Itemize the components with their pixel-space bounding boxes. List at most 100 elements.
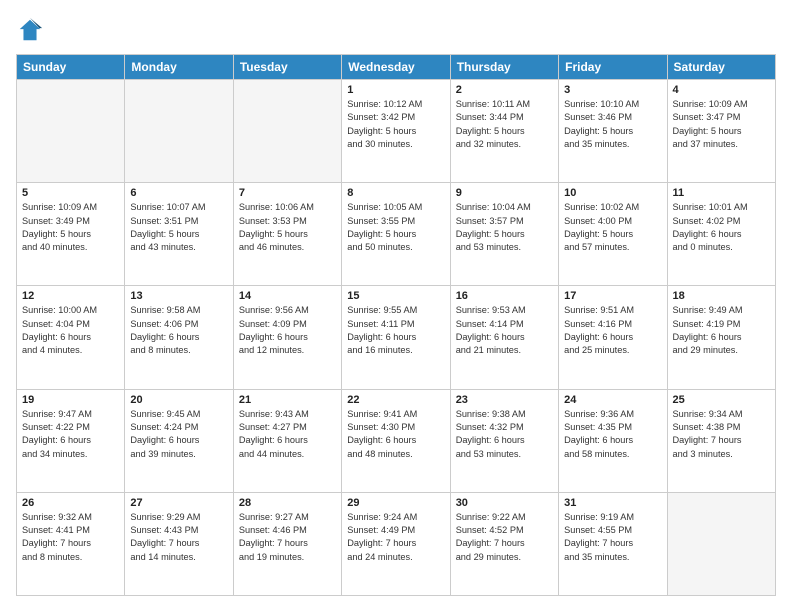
weekday-header-saturday: Saturday <box>667 55 775 80</box>
day-number: 5 <box>22 187 119 199</box>
day-info: Sunrise: 10:00 AM Sunset: 4:04 PM Daylig… <box>22 304 119 357</box>
day-info: Sunrise: 10:02 AM Sunset: 4:00 PM Daylig… <box>564 201 661 254</box>
weekday-header-friday: Friday <box>559 55 667 80</box>
day-info: Sunrise: 10:11 AM Sunset: 3:44 PM Daylig… <box>456 98 553 151</box>
weekday-header-thursday: Thursday <box>450 55 558 80</box>
day-number: 7 <box>239 187 336 199</box>
day-number: 26 <box>22 497 119 509</box>
calendar-cell: 28 Sunrise: 9:27 AM Sunset: 4:46 PM Dayli… <box>233 492 341 595</box>
weekday-header-sunday: Sunday <box>17 55 125 80</box>
calendar-cell: 3 Sunrise: 10:10 AM Sunset: 3:46 PM Dayli… <box>559 80 667 183</box>
day-number: 31 <box>564 497 661 509</box>
calendar-cell: 8 Sunrise: 10:05 AM Sunset: 3:55 PM Dayli… <box>342 183 450 286</box>
day-number: 15 <box>347 290 444 302</box>
day-info: Sunrise: 9:51 AM Sunset: 4:16 PM Dayligh… <box>564 304 661 357</box>
day-info: Sunrise: 9:55 AM Sunset: 4:11 PM Dayligh… <box>347 304 444 357</box>
day-info: Sunrise: 10:04 AM Sunset: 3:57 PM Daylig… <box>456 201 553 254</box>
day-number: 30 <box>456 497 553 509</box>
day-number: 3 <box>564 84 661 96</box>
week-row-5: 26Sunrise: 9:32 AM Sunset: 4:41 PM Dayli… <box>17 492 776 595</box>
day-number: 12 <box>22 290 119 302</box>
week-row-1: 1 Sunrise: 10:12 AM Sunset: 3:42 PM Dayli… <box>17 80 776 183</box>
day-info: Sunrise: 10:09 AM Sunset: 3:49 PM Daylig… <box>22 201 119 254</box>
header <box>16 16 776 44</box>
day-info: Sunrise: 9:53 AM Sunset: 4:14 PM Dayligh… <box>456 304 553 357</box>
day-info: Sunrise: 9:47 AM Sunset: 4:22 PM Dayligh… <box>22 408 119 461</box>
day-info: Sunrise: 9:58 AM Sunset: 4:06 PM Dayligh… <box>130 304 227 357</box>
day-info: Sunrise: 10:06 AM Sunset: 3:53 PM Daylig… <box>239 201 336 254</box>
day-info: Sunrise: 10:05 AM Sunset: 3:55 PM Daylig… <box>347 201 444 254</box>
day-info: Sunrise: 10:01 AM Sunset: 4:02 PM Daylig… <box>673 201 770 254</box>
day-info: Sunrise: 9:41 AM Sunset: 4:30 PM Dayligh… <box>347 408 444 461</box>
calendar-cell: 21 Sunrise: 9:43 AM Sunset: 4:27 PM Dayli… <box>233 389 341 492</box>
calendar-cell: 18 Sunrise: 9:49 AM Sunset: 4:19 PM Dayli… <box>667 286 775 389</box>
day-number: 13 <box>130 290 227 302</box>
calendar-cell: 12 Sunrise: 10:00 AM Sunset: 4:04 PM Dayl… <box>17 286 125 389</box>
calendar-cell: 25 Sunrise: 9:34 AM Sunset: 4:38 PM Dayli… <box>667 389 775 492</box>
day-number: 10 <box>564 187 661 199</box>
calendar-cell: 31Sunrise: 9:19 AM Sunset: 4:55 PM Dayli… <box>559 492 667 595</box>
calendar-cell: 5 Sunrise: 10:09 AM Sunset: 3:49 PM Dayli… <box>17 183 125 286</box>
day-info: Sunrise: 9:27 AM Sunset: 4:46 PM Dayligh… <box>239 511 336 564</box>
day-number: 28 <box>239 497 336 509</box>
day-info: Sunrise: 9:38 AM Sunset: 4:32 PM Dayligh… <box>456 408 553 461</box>
week-row-4: 19Sunrise: 9:47 AM Sunset: 4:22 PM Dayli… <box>17 389 776 492</box>
day-info: Sunrise: 9:24 AM Sunset: 4:49 PM Dayligh… <box>347 511 444 564</box>
day-number: 21 <box>239 394 336 406</box>
calendar-cell: 2 Sunrise: 10:11 AM Sunset: 3:44 PM Dayli… <box>450 80 558 183</box>
day-number: 29 <box>347 497 444 509</box>
calendar-cell: 17 Sunrise: 9:51 AM Sunset: 4:16 PM Dayli… <box>559 286 667 389</box>
logo <box>16 16 46 44</box>
day-number: 14 <box>239 290 336 302</box>
calendar-cell <box>233 80 341 183</box>
day-number: 6 <box>130 187 227 199</box>
calendar-cell: 11Sunrise: 10:01 AM Sunset: 4:02 PM Dayl… <box>667 183 775 286</box>
calendar-cell: 19Sunrise: 9:47 AM Sunset: 4:22 PM Dayli… <box>17 389 125 492</box>
calendar-cell: 29 Sunrise: 9:24 AM Sunset: 4:49 PM Dayli… <box>342 492 450 595</box>
calendar-cell <box>125 80 233 183</box>
day-info: Sunrise: 9:45 AM Sunset: 4:24 PM Dayligh… <box>130 408 227 461</box>
day-info: Sunrise: 9:56 AM Sunset: 4:09 PM Dayligh… <box>239 304 336 357</box>
day-number: 20 <box>130 394 227 406</box>
day-number: 1 <box>347 84 444 96</box>
calendar-cell: 6 Sunrise: 10:07 AM Sunset: 3:51 PM Dayli… <box>125 183 233 286</box>
calendar-cell <box>667 492 775 595</box>
calendar-cell: 22 Sunrise: 9:41 AM Sunset: 4:30 PM Dayli… <box>342 389 450 492</box>
day-number: 16 <box>456 290 553 302</box>
page: SundayMondayTuesdayWednesdayThursdayFrid… <box>0 0 792 612</box>
day-number: 23 <box>456 394 553 406</box>
calendar-cell: 20 Sunrise: 9:45 AM Sunset: 4:24 PM Dayli… <box>125 389 233 492</box>
calendar-cell: 10 Sunrise: 10:02 AM Sunset: 4:00 PM Dayl… <box>559 183 667 286</box>
day-info: Sunrise: 10:10 AM Sunset: 3:46 PM Daylig… <box>564 98 661 151</box>
calendar-cell: 26Sunrise: 9:32 AM Sunset: 4:41 PM Dayli… <box>17 492 125 595</box>
calendar-cell: 13 Sunrise: 9:58 AM Sunset: 4:06 PM Dayli… <box>125 286 233 389</box>
day-info: Sunrise: 9:43 AM Sunset: 4:27 PM Dayligh… <box>239 408 336 461</box>
day-number: 22 <box>347 394 444 406</box>
day-info: Sunrise: 10:07 AM Sunset: 3:51 PM Daylig… <box>130 201 227 254</box>
calendar-cell: 1 Sunrise: 10:12 AM Sunset: 3:42 PM Dayli… <box>342 80 450 183</box>
day-number: 25 <box>673 394 770 406</box>
calendar-cell: 23 Sunrise: 9:38 AM Sunset: 4:32 PM Dayli… <box>450 389 558 492</box>
weekday-header-row: SundayMondayTuesdayWednesdayThursdayFrid… <box>17 55 776 80</box>
day-info: Sunrise: 10:12 AM Sunset: 3:42 PM Daylig… <box>347 98 444 151</box>
calendar-cell: 15 Sunrise: 9:55 AM Sunset: 4:11 PM Dayli… <box>342 286 450 389</box>
day-number: 9 <box>456 187 553 199</box>
calendar: SundayMondayTuesdayWednesdayThursdayFrid… <box>16 54 776 596</box>
day-info: Sunrise: 9:34 AM Sunset: 4:38 PM Dayligh… <box>673 408 770 461</box>
calendar-cell: 30 Sunrise: 9:22 AM Sunset: 4:52 PM Dayli… <box>450 492 558 595</box>
day-info: Sunrise: 9:29 AM Sunset: 4:43 PM Dayligh… <box>130 511 227 564</box>
weekday-header-monday: Monday <box>125 55 233 80</box>
calendar-cell: 16 Sunrise: 9:53 AM Sunset: 4:14 PM Dayli… <box>450 286 558 389</box>
day-number: 18 <box>673 290 770 302</box>
weekday-header-tuesday: Tuesday <box>233 55 341 80</box>
week-row-3: 12 Sunrise: 10:00 AM Sunset: 4:04 PM Dayl… <box>17 286 776 389</box>
day-number: 2 <box>456 84 553 96</box>
day-number: 4 <box>673 84 770 96</box>
calendar-cell: 14 Sunrise: 9:56 AM Sunset: 4:09 PM Dayli… <box>233 286 341 389</box>
day-number: 17 <box>564 290 661 302</box>
day-info: Sunrise: 10:09 AM Sunset: 3:47 PM Daylig… <box>673 98 770 151</box>
day-number: 27 <box>130 497 227 509</box>
day-info: Sunrise: 9:49 AM Sunset: 4:19 PM Dayligh… <box>673 304 770 357</box>
day-number: 8 <box>347 187 444 199</box>
day-info: Sunrise: 9:22 AM Sunset: 4:52 PM Dayligh… <box>456 511 553 564</box>
